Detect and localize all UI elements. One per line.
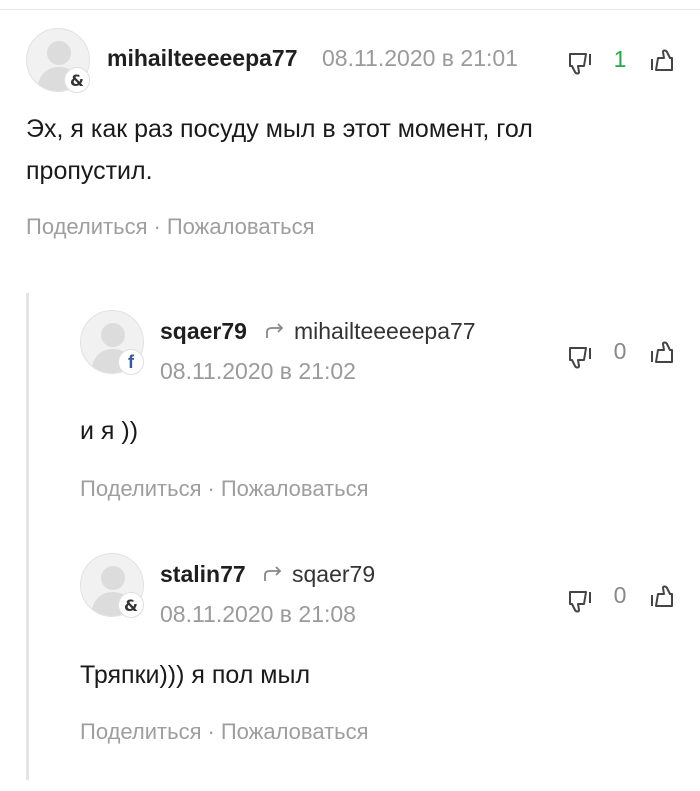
comment-username[interactable]: stalin77 bbox=[160, 561, 246, 588]
share-link[interactable]: Поделиться bbox=[80, 719, 201, 744]
comment-date: 08.11.2020 в 21:08 bbox=[160, 601, 356, 627]
thumbs-down-icon[interactable] bbox=[566, 586, 596, 616]
vote-count: 0 bbox=[613, 582, 627, 608]
comment-actions: Поделиться · Пожаловаться bbox=[80, 719, 369, 745]
ampersand-icon: & bbox=[118, 592, 144, 618]
report-link[interactable]: Пожаловаться bbox=[221, 719, 369, 744]
comment-text: Тряпки))) я пол мыл bbox=[80, 661, 311, 689]
thumbs-up-icon[interactable] bbox=[646, 582, 676, 612]
separator: · bbox=[207, 719, 215, 744]
vote-controls: 0 bbox=[566, 582, 676, 616]
reply-to-username[interactable]: sqaer79 bbox=[292, 561, 375, 588]
reply-comment: & stalin77 sqaer79 08.11.2020 в 21:08 0 … bbox=[0, 0, 700, 770]
reply-arrow-icon bbox=[264, 566, 282, 581]
